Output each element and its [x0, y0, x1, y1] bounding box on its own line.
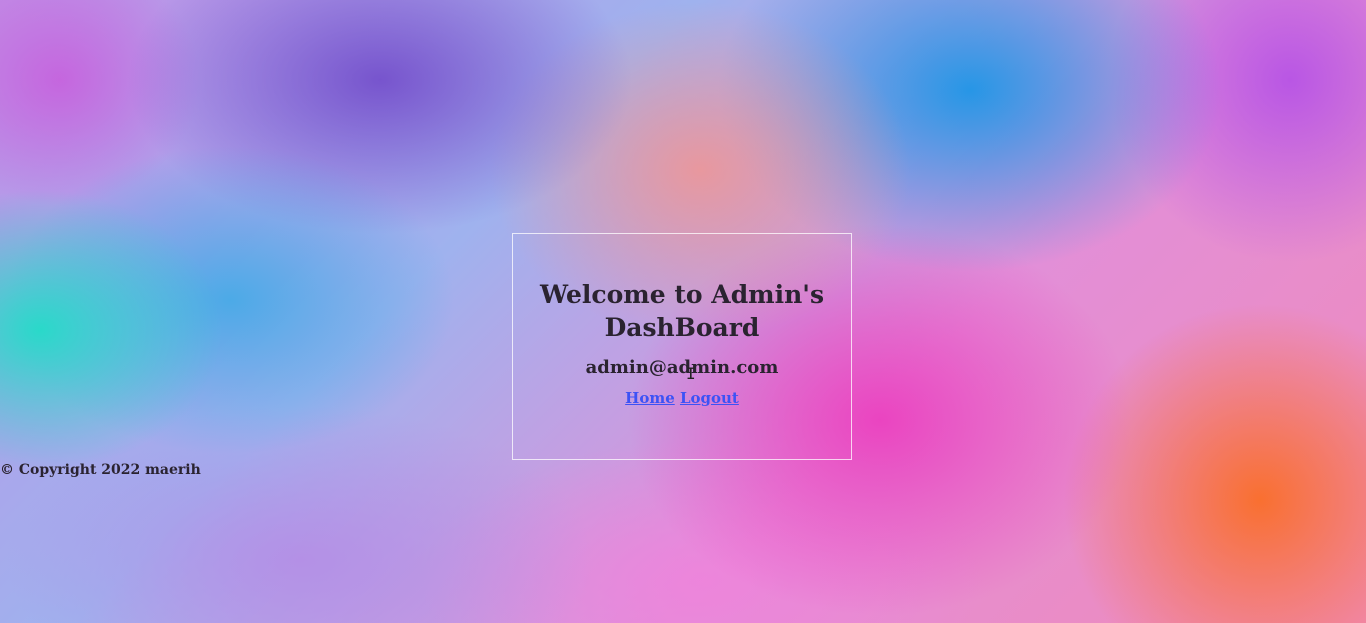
dashboard-card: Welcome to Admin's DashBoard admin@admin… [512, 233, 852, 460]
logout-link[interactable]: Logout [680, 389, 739, 407]
user-email: admin@admin.com [585, 357, 779, 378]
page-title: Welcome to Admin's DashBoard [539, 280, 825, 342]
footer-copyright: © Copyright 2022 maerih [0, 462, 201, 478]
home-link[interactable]: Home [625, 389, 675, 407]
nav-links: Home Logout [513, 389, 851, 407]
